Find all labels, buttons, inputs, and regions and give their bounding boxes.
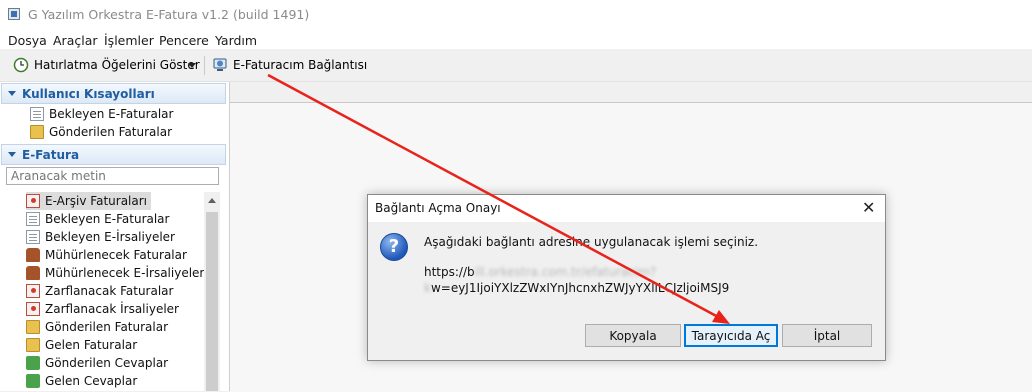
dropdown-arrow-icon[interactable] bbox=[188, 63, 197, 69]
nav-item-invoices-to-seal[interactable]: Mühürlenecek Faturalar bbox=[26, 246, 187, 264]
toolbar: Hatırlatma Öğelerini Göster E-Faturacım … bbox=[0, 49, 1032, 82]
efaturacim-connection-label: E-Faturacım Bağlantısı bbox=[233, 58, 368, 72]
menu-pencere[interactable]: Pencere bbox=[159, 33, 209, 48]
shortcuts-section-header[interactable]: Kullanıcı Kısayolları bbox=[1, 83, 226, 104]
envelope-icon bbox=[26, 194, 40, 208]
shortcut-item-pending-einvoices[interactable]: Bekleyen E-Faturalar bbox=[30, 105, 173, 123]
close-icon[interactable]: ✕ bbox=[862, 199, 875, 217]
url-start: https://b bbox=[424, 265, 475, 279]
left-navigation-panel: Kullanıcı Kısayolları Bekleyen E-Fatural… bbox=[0, 82, 230, 391]
efaturacim-connection-button[interactable]: E-Faturacım Bağlantısı bbox=[212, 55, 367, 75]
nav-item-invoices-to-envelope[interactable]: Zarflanacak Faturalar bbox=[26, 282, 173, 300]
nav-item-incoming-invoices[interactable]: Gelen Faturalar bbox=[26, 336, 137, 354]
envelope-icon bbox=[26, 302, 40, 316]
nav-scrollbar[interactable] bbox=[204, 192, 220, 391]
folder-icon bbox=[26, 320, 40, 334]
nav-item-label: Gönderilen Cevaplar bbox=[45, 356, 169, 370]
nav-item-despatch-to-envelope[interactable]: Zarflanacak İrsaliyeler bbox=[26, 300, 179, 318]
clock-icon bbox=[13, 57, 29, 73]
document-icon bbox=[26, 230, 40, 244]
menu-islemler[interactable]: İşlemler bbox=[104, 33, 154, 48]
show-reminders-label: Hatırlatma Öğelerini Göster bbox=[34, 58, 200, 72]
reply-icon bbox=[26, 356, 40, 370]
scrollbar-thumb[interactable] bbox=[206, 212, 218, 391]
nav-item-pending-einvoices[interactable]: Bekleyen E-Faturalar bbox=[26, 210, 169, 228]
collapse-triangle-icon bbox=[8, 91, 16, 96]
nav-item-sent-responses[interactable]: Gönderilen Cevaplar bbox=[26, 354, 168, 372]
connection-confirm-dialog: Bağlantı Açma Onayı ✕ ? Aşağıdaki bağlan… bbox=[367, 194, 886, 361]
menu-dosya[interactable]: Dosya bbox=[8, 33, 47, 48]
menu-bar: Dosya Araçlar İşlemler Pencere Yardım bbox=[0, 30, 1032, 49]
toolbar-separator bbox=[204, 56, 205, 75]
nav-item-label: Bekleyen E-Faturalar bbox=[45, 212, 170, 226]
url-end: w=eyJ1IjoiYXlzZWxIYnJhcnxhZWJyYXliLCJzlj… bbox=[430, 281, 730, 295]
nav-item-label: Zarflanacak İrsaliyeler bbox=[45, 302, 179, 316]
document-icon bbox=[30, 107, 44, 121]
document-icon bbox=[26, 212, 40, 226]
nav-item-label: Mühürlenecek Faturalar bbox=[45, 248, 187, 262]
question-icon: ? bbox=[380, 233, 408, 261]
reply-icon bbox=[26, 374, 40, 388]
app-icon bbox=[8, 8, 20, 20]
open-in-browser-button[interactable]: Tarayıcıda Aç bbox=[684, 324, 778, 347]
nav-item-label: E-Arşiv Faturaları bbox=[45, 194, 147, 208]
menu-yardim[interactable]: Yardım bbox=[215, 33, 257, 48]
efatura-section-header[interactable]: E-Fatura bbox=[1, 144, 226, 165]
folder-icon bbox=[26, 338, 40, 352]
globe-computer-icon bbox=[213, 58, 227, 71]
shortcuts-header-label: Kullanıcı Kısayolları bbox=[22, 86, 155, 101]
nav-item-label: Gelen Faturalar bbox=[45, 338, 138, 352]
nav-item-pending-edespatch[interactable]: Bekleyen E-İrsaliyeler bbox=[26, 228, 175, 246]
dialog-message: Aşağıdaki bağlantı adresine uygulanacak … bbox=[424, 235, 759, 249]
stamp-icon bbox=[26, 266, 40, 280]
shortcut-item-label: Bekleyen E-Faturalar bbox=[49, 107, 174, 121]
nav-item-earchive-invoices[interactable]: E-Arşiv Faturaları bbox=[26, 192, 151, 210]
dialog-title: Bağlantı Açma Onayı bbox=[375, 201, 501, 215]
show-reminders-button[interactable]: Hatırlatma Öğelerini Göster bbox=[13, 55, 200, 75]
nav-item-incoming-responses[interactable]: Gelen Cevaplar bbox=[26, 372, 137, 390]
nav-item-label: Zarflanacak Faturalar bbox=[45, 284, 174, 298]
menu-araclar[interactable]: Araçlar bbox=[53, 33, 98, 48]
nav-item-edespatch-to-seal[interactable]: Mühürlenecek E-İrsaliyeler bbox=[26, 264, 204, 282]
nav-item-label: Bekleyen E-İrsaliyeler bbox=[45, 230, 175, 244]
cancel-button[interactable]: İptal bbox=[782, 324, 872, 347]
nav-item-sent-invoices[interactable]: Gönderilen Faturalar bbox=[26, 318, 168, 336]
shortcut-item-label: Gönderilen Faturalar bbox=[49, 125, 173, 139]
dialog-url: https://bill.orkestra.com.tr/efaturacim?… bbox=[424, 264, 884, 296]
shortcut-item-sent-invoices[interactable]: Gönderilen Faturalar bbox=[30, 123, 172, 141]
nav-item-label: Gelen Cevaplar bbox=[45, 374, 138, 388]
collapse-triangle-icon bbox=[8, 152, 16, 157]
title-bar: G Yazılım Orkestra E-Fatura v1.2 (build … bbox=[0, 0, 1032, 30]
copy-button[interactable]: Kopyala bbox=[585, 324, 681, 347]
search-input[interactable] bbox=[6, 167, 219, 185]
folder-icon bbox=[30, 125, 44, 139]
stamp-icon bbox=[26, 248, 40, 262]
efatura-header-label: E-Fatura bbox=[22, 147, 80, 162]
window-title: G Yazılım Orkestra E-Fatura v1.2 (build … bbox=[28, 7, 310, 22]
dialog-title-bar: Bağlantı Açma Onayı ✕ bbox=[368, 195, 885, 222]
scroll-up-arrow-icon[interactable] bbox=[208, 198, 216, 203]
nav-item-label: Gönderilen Faturalar bbox=[45, 320, 169, 334]
nav-item-label: Mühürlenecek E-İrsaliyeler bbox=[45, 266, 205, 280]
envelope-icon bbox=[26, 284, 40, 298]
